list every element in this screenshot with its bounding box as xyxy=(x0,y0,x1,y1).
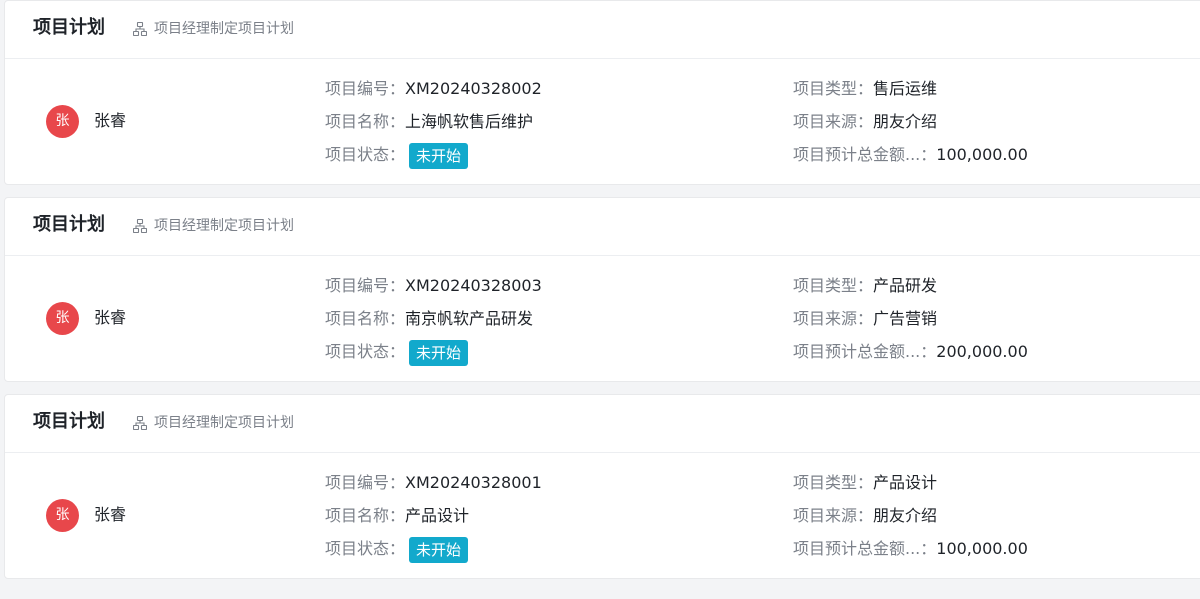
project-type-value: 产品研发 xyxy=(873,276,938,295)
status-badge: 未开始 xyxy=(409,537,469,563)
project-type-label: 项目类型： xyxy=(793,473,874,492)
project-amount-label: 项目预计总金额...： xyxy=(793,539,937,558)
card-subtitle: 项目经理制定项目计划 xyxy=(154,218,294,234)
project-code-value: XM20240328003 xyxy=(405,276,542,295)
project-type-label: 项目类型： xyxy=(793,276,874,295)
avatar: 张 xyxy=(46,302,79,335)
project-amount-value: 200,000.00 xyxy=(936,342,1028,361)
status-badge: 未开始 xyxy=(409,143,469,169)
project-name-label: 项目名称： xyxy=(325,112,406,131)
card-title: 项目计划 xyxy=(33,17,105,38)
owner-name: 张睿 xyxy=(94,505,127,524)
project-status-field: 项目状态： 未开始 xyxy=(325,143,469,169)
project-code-label: 项目编号： xyxy=(325,79,406,98)
project-card[interactable]: 项目计划 项目经理制定项目计划 张 张睿 项目编号：XM20240328003 … xyxy=(4,197,1200,382)
project-code-field: 项目编号：XM20240328001 xyxy=(325,471,542,495)
project-name-field: 项目名称：产品设计 xyxy=(325,504,469,528)
card-body: 张 张睿 项目编号：XM20240328003 项目名称：南京帆软产品研发 项目… xyxy=(5,256,1200,381)
flow-chart-icon xyxy=(133,219,147,233)
project-code-label: 项目编号： xyxy=(325,276,406,295)
project-card[interactable]: 项目计划 项目经理制定项目计划 张 张睿 项目编号：XM20240328001 … xyxy=(4,394,1200,579)
project-source-value: 朋友介绍 xyxy=(873,112,938,131)
project-amount-label: 项目预计总金额...： xyxy=(793,145,937,164)
project-amount-label: 项目预计总金额...： xyxy=(793,342,937,361)
project-status-label: 项目状态： xyxy=(325,342,406,361)
project-name-field: 项目名称：上海帆软售后维护 xyxy=(325,110,533,134)
project-source-value: 朋友介绍 xyxy=(873,506,938,525)
project-name-value: 上海帆软售后维护 xyxy=(405,112,534,131)
flow-chart-icon xyxy=(133,416,147,430)
project-amount-field: 项目预计总金额...：100,000.00 xyxy=(793,143,1028,167)
flow-chart-icon xyxy=(133,22,147,36)
project-code-field: 项目编号：XM20240328002 xyxy=(325,77,542,101)
project-code-label: 项目编号： xyxy=(325,473,406,492)
card-title: 项目计划 xyxy=(33,214,105,235)
project-card[interactable]: 项目计划 项目经理制定项目计划 张 张睿 项目编号：XM20240328002 … xyxy=(4,0,1200,185)
project-name-label: 项目名称： xyxy=(325,506,406,525)
owner-name: 张睿 xyxy=(94,308,127,327)
project-type-value: 产品设计 xyxy=(873,473,938,492)
card-header: 项目计划 项目经理制定项目计划 xyxy=(5,395,1200,453)
card-title: 项目计划 xyxy=(33,411,105,432)
card-header: 项目计划 项目经理制定项目计划 xyxy=(5,198,1200,256)
project-source-label: 项目来源： xyxy=(793,506,874,525)
project-source-field: 项目来源：朋友介绍 xyxy=(793,110,937,134)
project-code-value: XM20240328002 xyxy=(405,79,542,98)
status-badge: 未开始 xyxy=(409,340,469,366)
project-amount-field: 项目预计总金额...：100,000.00 xyxy=(793,537,1028,561)
project-name-value: 南京帆软产品研发 xyxy=(405,309,534,328)
project-status-field: 项目状态： 未开始 xyxy=(325,340,469,366)
owner-name: 张睿 xyxy=(94,111,127,130)
project-type-value: 售后运维 xyxy=(873,79,938,98)
card-subtitle: 项目经理制定项目计划 xyxy=(154,21,294,37)
project-type-label: 项目类型： xyxy=(793,79,874,98)
project-card-list: 项目计划 项目经理制定项目计划 张 张睿 项目编号：XM20240328002 … xyxy=(0,0,1200,599)
project-status-label: 项目状态： xyxy=(325,145,406,164)
card-body: 张 张睿 项目编号：XM20240328002 项目名称：上海帆软售后维护 项目… xyxy=(5,59,1200,184)
avatar: 张 xyxy=(46,499,79,532)
project-name-label: 项目名称： xyxy=(325,309,406,328)
card-body: 张 张睿 项目编号：XM20240328001 项目名称：产品设计 项目状态：未… xyxy=(5,453,1200,578)
project-code-value: XM20240328001 xyxy=(405,473,542,492)
project-amount-field: 项目预计总金额...：200,000.00 xyxy=(793,340,1028,364)
avatar: 张 xyxy=(46,105,79,138)
card-header: 项目计划 项目经理制定项目计划 xyxy=(5,1,1200,59)
card-subtitle: 项目经理制定项目计划 xyxy=(154,415,294,431)
project-code-field: 项目编号：XM20240328003 xyxy=(325,274,542,298)
project-type-field: 项目类型：售后运维 xyxy=(793,77,937,101)
project-type-field: 项目类型：产品研发 xyxy=(793,274,937,298)
project-name-field: 项目名称：南京帆软产品研发 xyxy=(325,307,533,331)
project-amount-value: 100,000.00 xyxy=(936,145,1028,164)
project-status-label: 项目状态： xyxy=(325,539,406,558)
project-source-field: 项目来源：朋友介绍 xyxy=(793,504,937,528)
project-source-value: 广告营销 xyxy=(873,309,938,328)
project-source-label: 项目来源： xyxy=(793,112,874,131)
project-source-label: 项目来源： xyxy=(793,309,874,328)
project-amount-value: 100,000.00 xyxy=(936,539,1028,558)
project-status-field: 项目状态： 未开始 xyxy=(325,537,469,563)
project-source-field: 项目来源：广告营销 xyxy=(793,307,937,331)
project-type-field: 项目类型：产品设计 xyxy=(793,471,937,495)
project-name-value: 产品设计 xyxy=(405,506,470,525)
